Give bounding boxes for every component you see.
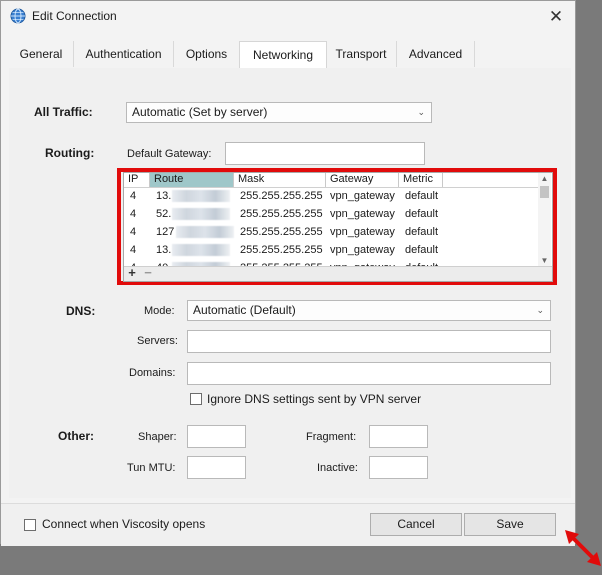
- ignore-dns-checkbox[interactable]: [190, 393, 202, 405]
- dns-label: DNS:: [66, 304, 96, 318]
- dns-servers-label: Servers:: [137, 335, 178, 347]
- globe-icon: [10, 8, 26, 24]
- tab-transport[interactable]: Transport: [326, 41, 397, 67]
- cancel-button[interactable]: Cancel: [370, 513, 462, 536]
- cell-route: 127: [156, 226, 175, 238]
- close-icon: ✕: [548, 7, 564, 26]
- inactive-input[interactable]: [369, 456, 428, 479]
- cell-gateway: vpn_gateway: [330, 208, 395, 220]
- cell-mask: 255.255.255.255: [240, 190, 323, 202]
- scroll-thumb[interactable]: [540, 186, 549, 198]
- cell-route: 13.: [156, 190, 172, 202]
- save-button[interactable]: Save: [464, 513, 556, 536]
- cell-gateway: vpn_gateway: [330, 226, 395, 238]
- minus-icon: −: [144, 265, 152, 280]
- scroll-up-icon[interactable]: ▲: [538, 173, 551, 185]
- redacted-area: [172, 208, 230, 220]
- dns-mode-value: Automatic (Default): [193, 303, 296, 317]
- dns-mode-select[interactable]: Automatic (Default) ⌄: [187, 300, 551, 321]
- cell-metric: default: [405, 244, 439, 256]
- table-row[interactable]: 4 13. 255.255.255.255 vpn_gateway defaul…: [124, 187, 540, 205]
- other-label: Other:: [58, 429, 94, 443]
- tab-general[interactable]: General: [9, 41, 74, 67]
- cell-mask: 255.255.255.255: [240, 244, 323, 256]
- table-row[interactable]: 4 52. 255.255.255.255 vpn_gateway defaul…: [124, 205, 540, 223]
- cell-mask: 255.255.255.255: [240, 208, 323, 220]
- cell-ip: 4: [130, 244, 137, 256]
- column-header-route[interactable]: Route: [150, 173, 234, 187]
- cell-route: 52.: [156, 208, 172, 220]
- cell-ip: 4: [130, 226, 137, 238]
- chevron-down-icon: ⌄: [417, 107, 425, 117]
- column-header-mask[interactable]: Mask: [234, 173, 326, 187]
- default-gateway-label: Default Gateway:: [127, 148, 212, 160]
- cell-gateway: vpn_gateway: [330, 190, 395, 202]
- tab-advanced[interactable]: Advanced: [397, 41, 475, 67]
- tun-mtu-input[interactable]: [187, 456, 246, 479]
- redacted-area: [176, 226, 234, 238]
- cell-mask: 255.255.255.255: [240, 226, 323, 238]
- tab-bar: General Authentication Options Networkin…: [9, 41, 569, 69]
- column-header-gateway[interactable]: Gateway: [326, 173, 399, 187]
- column-header-ip[interactable]: IP: [124, 173, 150, 187]
- routes-scrollbar[interactable]: ▲ ▼: [538, 173, 551, 267]
- plus-icon: +: [128, 265, 136, 280]
- cell-metric: default: [405, 208, 439, 220]
- dns-domains-input[interactable]: [187, 362, 551, 385]
- redacted-area: [172, 244, 230, 256]
- connect-on-open-checkbox[interactable]: [24, 519, 36, 531]
- dns-mode-label: Mode:: [144, 305, 175, 317]
- cell-ip: 4: [130, 208, 137, 220]
- tun-mtu-label: Tun MTU:: [127, 462, 176, 474]
- remove-route-button[interactable]: −: [142, 265, 154, 280]
- connect-on-open-label[interactable]: Connect when Viscosity opens: [42, 517, 205, 531]
- cell-ip: 4: [130, 190, 137, 202]
- all-traffic-label: All Traffic:: [34, 105, 93, 119]
- column-header-metric[interactable]: Metric: [399, 173, 443, 187]
- edit-connection-window: Edit Connection ✕ General Authentication…: [0, 0, 576, 546]
- routes-table[interactable]: IP Route Mask Gateway Metric 4 13. 255.2…: [123, 172, 553, 282]
- redacted-area: [172, 190, 230, 202]
- dns-servers-input[interactable]: [187, 330, 551, 353]
- close-button[interactable]: ✕: [545, 6, 567, 28]
- tab-options[interactable]: Options: [174, 41, 240, 67]
- routes-table-footer: + −: [124, 266, 552, 281]
- cell-metric: default: [405, 226, 439, 238]
- routing-label: Routing:: [45, 146, 95, 160]
- routes-table-header: IP Route Mask Gateway Metric: [124, 173, 540, 188]
- window-title: Edit Connection: [32, 9, 117, 23]
- default-gateway-input[interactable]: [225, 142, 425, 165]
- all-traffic-value: Automatic (Set by server): [132, 105, 268, 119]
- tab-authentication[interactable]: Authentication: [74, 41, 174, 67]
- table-row[interactable]: 4 13. 255.255.255.255 vpn_gateway defaul…: [124, 241, 540, 259]
- all-traffic-select[interactable]: Automatic (Set by server) ⌄: [126, 102, 432, 123]
- cell-metric: default: [405, 190, 439, 202]
- dns-domains-label: Domains:: [129, 367, 176, 379]
- shaper-input[interactable]: [187, 425, 246, 448]
- tab-networking[interactable]: Networking: [239, 41, 327, 69]
- add-route-button[interactable]: +: [126, 265, 138, 280]
- inactive-label: Inactive:: [317, 462, 358, 474]
- fragment-input[interactable]: [369, 425, 428, 448]
- shaper-label: Shaper:: [138, 431, 177, 443]
- ignore-dns-label[interactable]: Ignore DNS settings sent by VPN server: [207, 392, 421, 406]
- table-row[interactable]: 4 127 255.255.255.255 vpn_gateway defaul…: [124, 223, 540, 241]
- cell-route: 13.: [156, 244, 172, 256]
- diagonal-resize-arrow-icon: [565, 530, 601, 566]
- fragment-label: Fragment:: [306, 431, 357, 443]
- chevron-down-icon: ⌄: [536, 305, 544, 315]
- dialog-footer: Connect when Viscosity opens Cancel Save: [1, 503, 575, 546]
- cell-gateway: vpn_gateway: [330, 244, 395, 256]
- title-bar[interactable]: Edit Connection ✕: [1, 1, 575, 33]
